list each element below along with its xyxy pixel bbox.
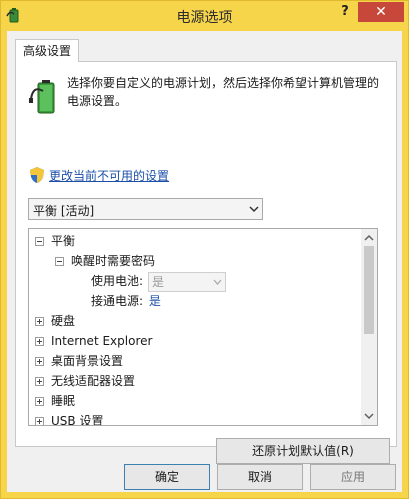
tree-scrollbar[interactable] (361, 229, 377, 425)
tree-item-label: 唤醒时需要密码 (71, 254, 156, 268)
collapse-icon[interactable] (55, 257, 64, 266)
on-battery-value: 是 (152, 275, 165, 289)
tree-item-label: Internet Explorer (51, 334, 153, 348)
expand-icon[interactable] (35, 377, 44, 386)
scrollbar-thumb[interactable] (364, 246, 374, 334)
shield-icon (30, 167, 44, 183)
power-plan-select-value: 平衡 [活动] (33, 204, 95, 218)
battery-icon (29, 80, 55, 114)
tree-item-label: 桌面背景设置 (51, 354, 124, 368)
tree-item-on-battery: 使用电池: (91, 271, 143, 291)
expand-icon[interactable] (35, 357, 44, 366)
plugged-in-value[interactable]: 是 (149, 294, 161, 308)
expand-icon[interactable] (35, 417, 44, 425)
expand-icon[interactable] (35, 337, 44, 346)
on-battery-value-select[interactable]: 是 (148, 272, 226, 292)
tree-item-label: USB 设置 (51, 414, 104, 426)
tree-item-label: 睡眠 (51, 394, 76, 408)
close-button[interactable]: ✕ (358, 2, 404, 22)
tab-advanced-settings[interactable]: 高级设置 (15, 39, 79, 62)
apply-button[interactable]: 应用 (310, 464, 396, 490)
tree-item-label: 无线适配器设置 (51, 374, 136, 388)
expand-icon[interactable] (35, 317, 44, 326)
cancel-button[interactable]: 取消 (217, 464, 303, 490)
tree-item-label: 硬盘 (51, 314, 76, 328)
collapse-icon[interactable] (35, 237, 44, 246)
title-bar[interactable]: 电源选项 ? ✕ (1, 1, 408, 29)
power-plan-select[interactable]: 平衡 [活动] (28, 198, 263, 220)
description-text: 选择你要自定义的电源计划，然后选择你希望计算机管理的电源设置。 (67, 76, 380, 108)
chevron-down-icon (249, 206, 259, 213)
dialog-body: 高级设置 选择你要自定义的电源计划，然后选择你希望计算机管理的电源设置。 更改当… (7, 31, 402, 492)
chevron-down-icon (213, 279, 222, 285)
power-settings-tree[interactable]: 平衡 唤醒时需要密码 使用电池: 是 接通电源: 是 硬盘 Internet E… (28, 228, 378, 426)
change-unavailable-settings-link[interactable]: 更改当前不可用的设置 (49, 167, 169, 184)
ok-button[interactable]: 确定 (124, 464, 210, 490)
tree-item-plugged-in[interactable]: 接通电源: 是 (91, 291, 161, 311)
tree-item-label: 平衡 (51, 234, 76, 248)
setting-label: 接通电源: (91, 294, 144, 308)
advanced-settings-panel: 选择你要自定义的电源计划，然后选择你希望计算机管理的电源设置。 更改当前不可用的… (15, 61, 397, 464)
chevron-up-icon[interactable] (364, 233, 374, 243)
expand-icon[interactable] (35, 397, 44, 406)
setting-label: 使用电池: (91, 274, 144, 288)
restore-defaults-button[interactable]: 还原计划默认值(R) (216, 438, 390, 464)
chevron-down-icon[interactable] (364, 411, 374, 421)
power-options-window: 电源选项 ? ✕ 高级设置 选择你要自定义的电源计划，然后选择你希望计算机管理的… (0, 0, 409, 499)
help-button[interactable]: ? (332, 2, 358, 22)
